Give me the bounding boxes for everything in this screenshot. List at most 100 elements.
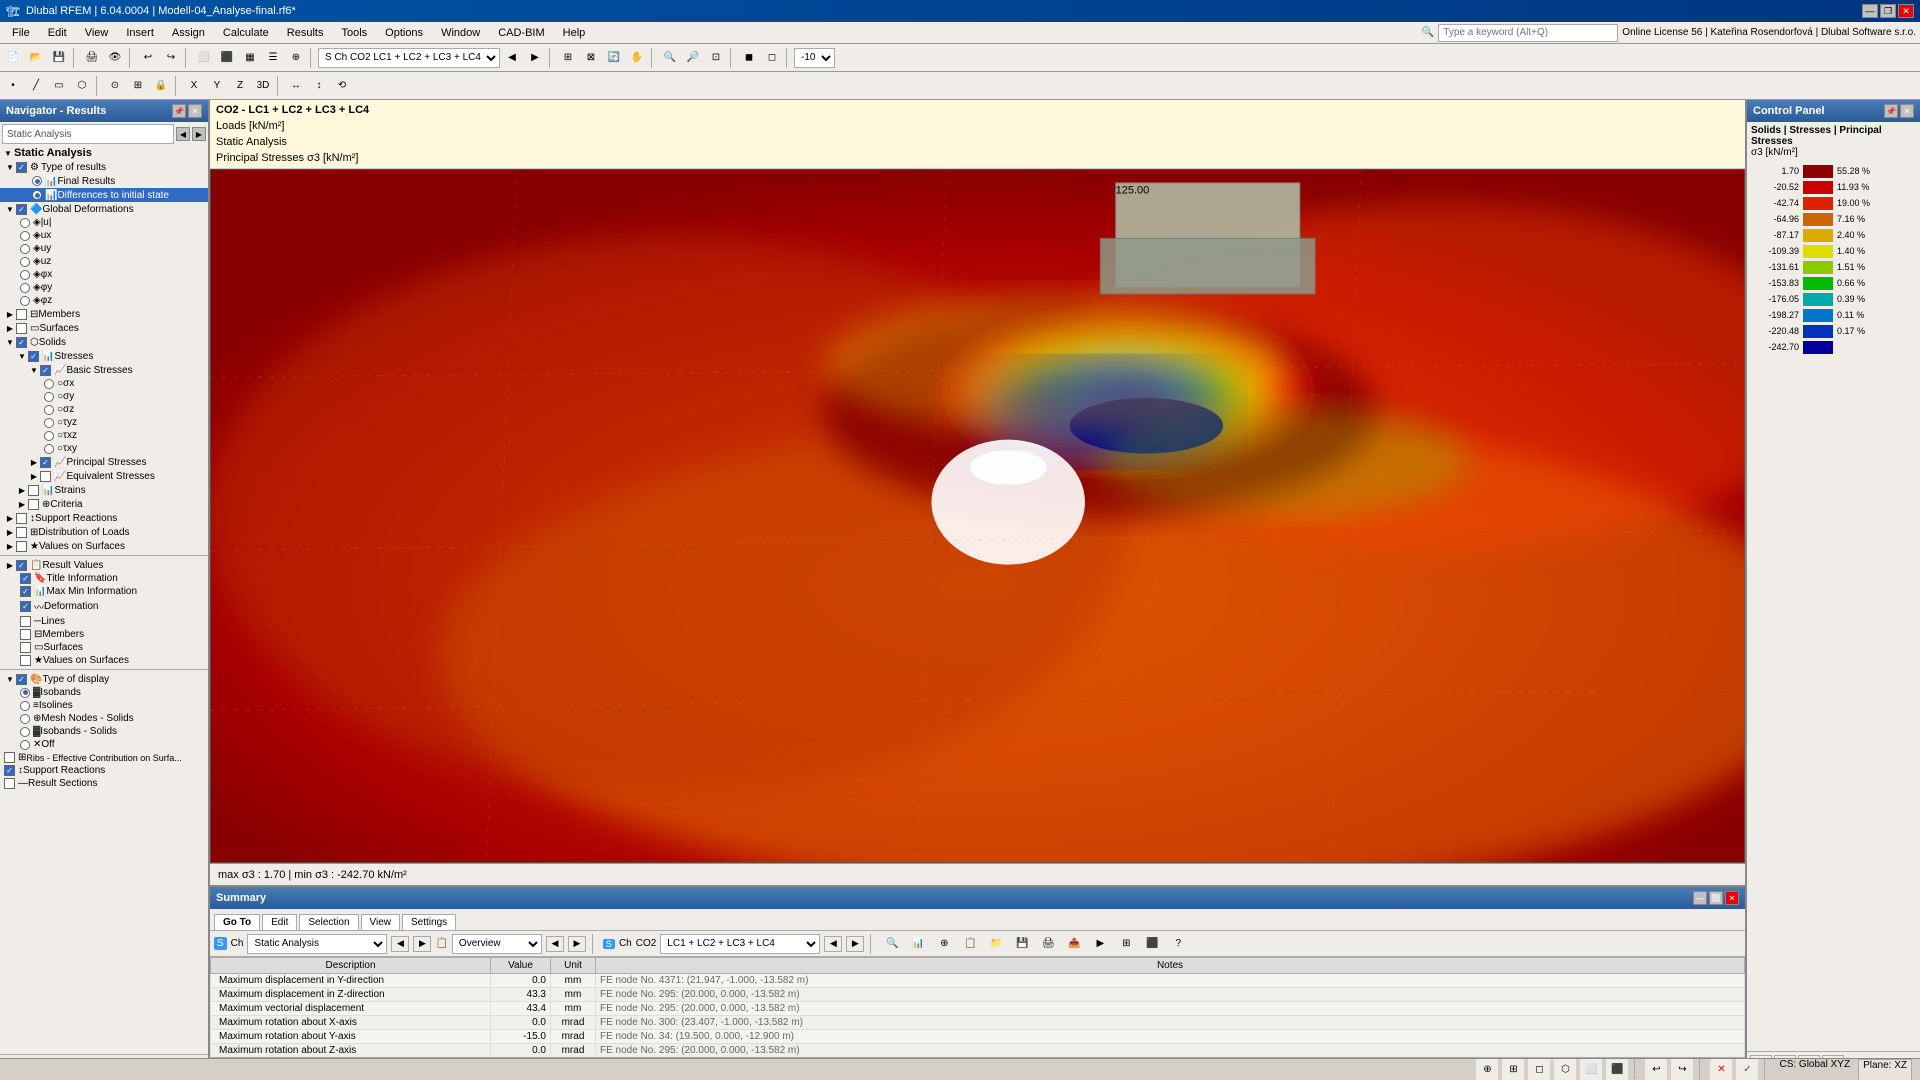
view-btn-5[interactable]: ⊕ (285, 47, 307, 69)
case-combo[interactable]: S Ch CO2 LC1 + LC2 + LC3 + LC4 (318, 48, 500, 68)
ux-radio[interactable] (20, 231, 30, 241)
sx-item[interactable]: ○ σx (0, 377, 208, 390)
sr-toggle[interactable]: ▶ (4, 512, 16, 524)
prev-case-button[interactable]: ◀ (501, 47, 523, 69)
global-def-item[interactable]: ▼ 🔷 Global Deformations (0, 202, 208, 216)
sb-tool2[interactable]: ⊞ (1502, 1059, 1524, 1080)
mem-toggle[interactable]: ▶ (4, 308, 16, 320)
sb-check-btn[interactable]: ✓ (1736, 1059, 1758, 1080)
crit-checkbox[interactable] (28, 499, 39, 510)
type-display-item[interactable]: ▼ 🎨 Type of display (0, 672, 208, 686)
phiz-item[interactable]: ◈ φz (0, 294, 208, 307)
type-of-results-item[interactable]: ▼ ⚙ Type of results (0, 160, 208, 174)
bottom-close-button[interactable]: ✕ (1725, 891, 1739, 905)
render-btn2[interactable]: ◻ (761, 47, 783, 69)
u-radio[interactable] (20, 218, 30, 228)
principal-stresses-item[interactable]: ▶ 📈 Principal Stresses (0, 455, 208, 469)
surfaces3-item[interactable]: ▭ Surfaces (0, 641, 208, 654)
bt-tool4[interactable]: 📋 (959, 933, 981, 955)
surfaces-item[interactable]: ▶ ▭ Surfaces (0, 321, 208, 335)
members3-item[interactable]: ⊟ Members (0, 628, 208, 641)
render-btn[interactable]: ◼ (738, 47, 760, 69)
dl-toggle[interactable]: ▶ (4, 526, 16, 538)
redo-button[interactable]: ↪ (160, 47, 182, 69)
new-button[interactable]: 📄 (2, 47, 24, 69)
rv-checkbox[interactable] (16, 560, 27, 571)
surf-checkbox[interactable] (16, 323, 27, 334)
criteria-item[interactable]: ▶ ⊕ Criteria (0, 497, 208, 511)
isobands-item[interactable]: ▓ Isobands (0, 686, 208, 699)
bt-tool11[interactable]: ⬛ (1141, 933, 1163, 955)
sz-item[interactable]: ○ σz (0, 403, 208, 416)
bt-help[interactable]: ? (1167, 933, 1189, 955)
fr-radio[interactable] (32, 176, 42, 186)
isolines-item[interactable]: ≡ Isolines (0, 699, 208, 712)
phiy-item[interactable]: ◈ φy (0, 281, 208, 294)
phiz-radio[interactable] (20, 296, 30, 306)
title-info-item[interactable]: 🔖 Title Information (0, 572, 208, 585)
lock-btn[interactable]: 🔒 (150, 75, 172, 97)
nav-prev-button[interactable]: ◀ (176, 127, 190, 141)
tab-settings[interactable]: Settings (402, 914, 456, 930)
analysis-next[interactable]: ▶ (413, 936, 431, 952)
rotate-button[interactable]: 🔄 (603, 47, 625, 69)
sb-redo[interactable]: ↪ (1671, 1059, 1693, 1080)
surface-btn[interactable]: ▭ (48, 75, 70, 97)
sr-checkbox[interactable] (16, 513, 27, 524)
es-toggle[interactable]: ▶ (28, 470, 40, 482)
txz-item[interactable]: ○ τxz (0, 429, 208, 442)
tab-view[interactable]: View (361, 914, 401, 930)
snap-btn[interactable]: ⊙ (104, 75, 126, 97)
bs-checkbox[interactable] (40, 365, 51, 376)
ibs-radio[interactable] (20, 727, 30, 737)
fit-button[interactable]: ⊡ (705, 47, 727, 69)
mem3-checkbox[interactable] (20, 629, 31, 640)
values-on-surfaces-item[interactable]: ▶ ★ Values on Surfaces (0, 539, 208, 553)
bt-tool6[interactable]: 💾 (1011, 933, 1033, 955)
result-values-item[interactable]: ▶ 📋 Result Values (0, 558, 208, 572)
tor-checkbox[interactable] (16, 162, 27, 173)
zoom-in-button[interactable]: 🔍 (659, 47, 681, 69)
menu-tools[interactable]: Tools (333, 25, 375, 41)
sb-x-btn[interactable]: ✕ (1710, 1059, 1732, 1080)
open-button[interactable]: 📂 (25, 47, 47, 69)
sb-tool6[interactable]: ⬛ (1606, 1059, 1628, 1080)
bt-tool8[interactable]: 📤 (1063, 933, 1085, 955)
nav-next-button[interactable]: ▶ (192, 127, 206, 141)
phiy-radio[interactable] (20, 283, 30, 293)
case-next[interactable]: ▶ (846, 936, 864, 952)
u-item[interactable]: ◈ |u| (0, 216, 208, 229)
es-checkbox[interactable] (40, 471, 51, 482)
bt-tool1[interactable]: 🔍 (881, 933, 903, 955)
axis-y[interactable]: ↕ (308, 75, 330, 97)
vs3-checkbox[interactable] (20, 655, 31, 666)
pan-button[interactable]: ✋ (626, 47, 648, 69)
analysis-combo[interactable]: Static Analysis (247, 934, 387, 954)
rv-toggle[interactable]: ▶ (4, 559, 16, 571)
undo-button[interactable]: ↩ (137, 47, 159, 69)
uy-radio[interactable] (20, 244, 30, 254)
menu-view[interactable]: View (77, 25, 117, 41)
tab-selection[interactable]: Selection (299, 914, 358, 930)
axis-x[interactable]: ↔ (285, 75, 307, 97)
vs-toggle[interactable]: ▶ (4, 540, 16, 552)
crit-toggle[interactable]: ▶ (16, 498, 28, 510)
close-button[interactable]: ✕ (1898, 4, 1914, 18)
bt-tool7[interactable]: 🖨 (1037, 933, 1059, 955)
case-combo-bottom[interactable]: LC1 + LC2 + LC3 + LC4 (660, 934, 820, 954)
strains-item[interactable]: ▶ 📊 Strains (0, 483, 208, 497)
view-btn-3[interactable]: ▦ (239, 47, 261, 69)
restore-button[interactable]: ❐ (1880, 4, 1896, 18)
lines-checkbox[interactable] (20, 616, 31, 627)
mm-checkbox[interactable] (20, 586, 31, 597)
mns-radio[interactable] (20, 714, 30, 724)
line-btn[interactable]: ╱ (25, 75, 47, 97)
sb-tool1[interactable]: ⊕ (1476, 1059, 1498, 1080)
minimize-button[interactable]: — (1862, 4, 1878, 18)
lines-item[interactable]: ─ Lines (0, 615, 208, 628)
phix-radio[interactable] (20, 270, 30, 280)
bt-tool3[interactable]: ⊕ (933, 933, 955, 955)
ps-checkbox[interactable] (40, 457, 51, 468)
ux-item[interactable]: ◈ ux (0, 229, 208, 242)
save-button[interactable]: 💾 (48, 47, 70, 69)
